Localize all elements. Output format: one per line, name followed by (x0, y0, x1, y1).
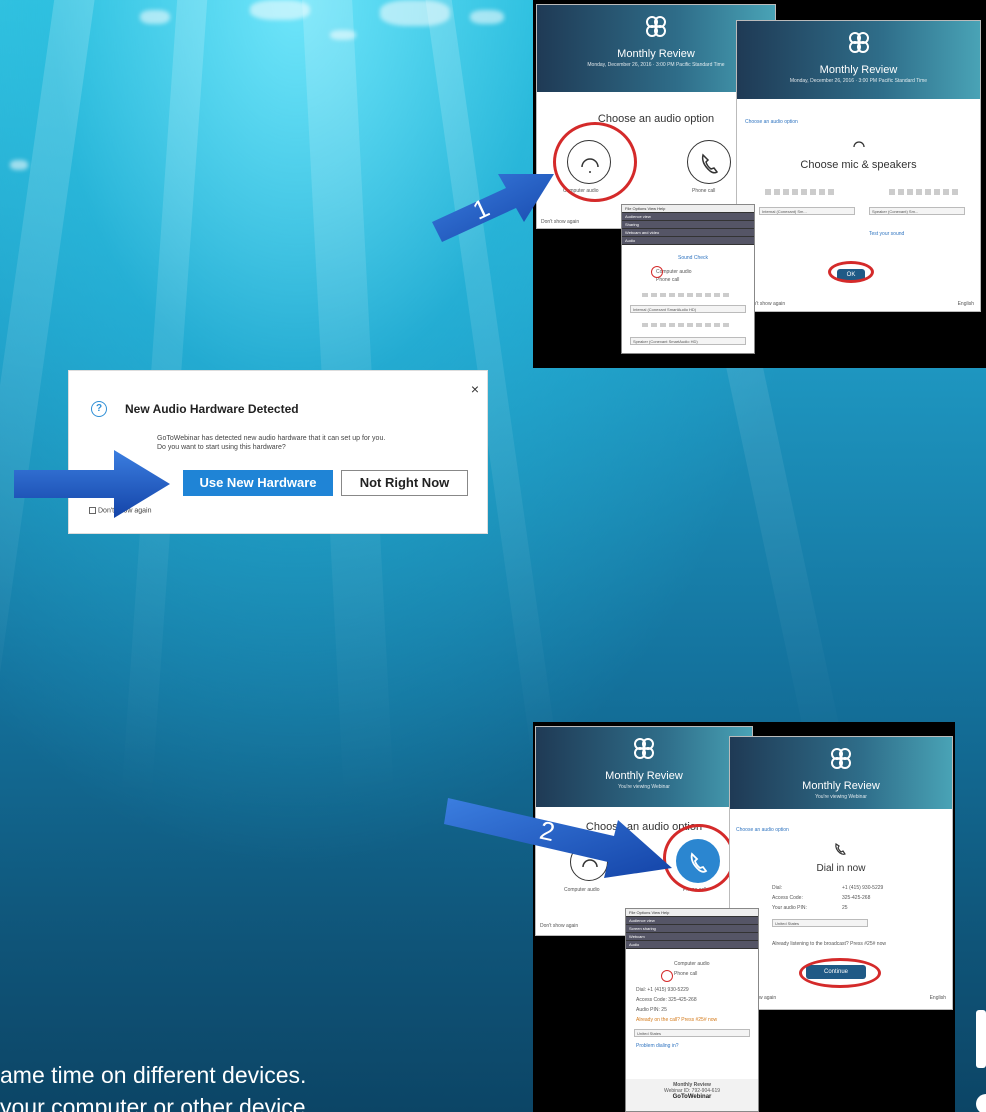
control-panel-row[interactable]: Audio (626, 941, 758, 949)
computer-audio-radio[interactable]: Computer audio (674, 961, 710, 967)
dialog-arrow-icon (14, 450, 170, 518)
window-header: Monthly Review You're viewing Webinar (730, 737, 952, 809)
phone-call-button[interactable] (687, 140, 731, 184)
control-panel-footer: Monthly Review Webinar ID: 792-904-619 G… (626, 1079, 758, 1111)
surface-foam (330, 30, 356, 40)
computer-audio-label: Computer audio (564, 887, 600, 893)
highlight-ring-radio (661, 970, 673, 982)
light-ray (96, 0, 210, 1112)
window-subtitle: You're viewing Webinar (815, 794, 867, 800)
surface-foam (10, 160, 28, 170)
mic-speakers-heading: Choose mic & speakers (800, 159, 917, 171)
dialog-body-line: GoToWebinar has detected new audio hardw… (157, 435, 386, 442)
control-panel-row[interactable]: Sharing (622, 221, 754, 229)
language-select[interactable]: English (930, 995, 946, 1001)
instruction-text-line-1: ame time on different devices. (0, 1062, 307, 1088)
surface-foam (470, 10, 504, 24)
sound-check-label: Sound Check (678, 255, 709, 261)
control-panel-row[interactable]: Audience view (626, 917, 758, 925)
gotowebinar-logo-icon (634, 738, 654, 759)
brand-label: GoToWebinar (672, 1094, 712, 1100)
country-select[interactable]: United States (772, 919, 868, 927)
back-to-audio-options-link[interactable]: Choose an audio option (736, 827, 789, 833)
dial-number: +1 (415) 930-5229 (842, 885, 884, 891)
top-screenshot: Monthly Review Monday, December 26, 2016… (533, 0, 986, 368)
control-panel-row[interactable]: Audience view (622, 213, 754, 221)
control-panel-row[interactable]: Webcam (626, 933, 758, 941)
phone-call-label: Phone call (692, 188, 716, 194)
instruction-text-line-2: your computer or other device (0, 1094, 306, 1112)
question-icon: ? (91, 401, 107, 417)
control-panel-row[interactable]: Webcam and video (622, 229, 754, 237)
window-subtitle: Monday, December 26, 2016 · 3:00 PM Paci… (789, 78, 928, 84)
control-panel: File Options View Help Audience view Scr… (625, 908, 759, 1112)
dial-in-heading: Dial in now (816, 863, 866, 874)
phone-icon (835, 843, 846, 855)
speaker-select[interactable]: Speaker (Conexant SmartAudio HD) (630, 337, 746, 345)
already-listening-text: Already listening to the broadcast? Pres… (772, 941, 886, 947)
dial-number: Dial: +1 (415) 930-5229 (636, 987, 689, 993)
language-select[interactable]: English (958, 301, 974, 307)
access-code-label: Access Code: (772, 895, 803, 901)
speaker-level-meter (889, 189, 959, 195)
control-panel-row[interactable]: Screen sharing (626, 925, 758, 933)
phone-call-radio[interactable]: Phone call (656, 277, 679, 283)
access-code-value: Access Code: 325-425-268 (636, 997, 697, 1003)
close-icon[interactable]: × (471, 381, 479, 397)
window-title: Monthly Review (802, 780, 880, 792)
dialog-body: GoToWebinar has detected new audio hardw… (157, 434, 457, 452)
mic-select[interactable]: Internal (Conexant SmartAudio HD) (630, 305, 746, 313)
highlight-ring-ok (828, 261, 874, 283)
step-1-arrow-icon (432, 174, 554, 242)
highlight-ring-radio (651, 266, 663, 278)
control-panel-menu[interactable]: File Options View Help (626, 909, 758, 917)
mic-level-meter (642, 293, 732, 297)
surface-foam (380, 0, 450, 26)
highlight-ring-computer-audio (553, 122, 637, 202)
speaker-select[interactable]: Speaker (Conexant) Sm... (869, 207, 965, 215)
surface-foam (140, 10, 170, 24)
audio-pin-value: 25 (842, 905, 848, 911)
audio-pin-value: Audio PIN: 25 (636, 1007, 667, 1013)
back-to-audio-options-link[interactable]: Choose an audio option (745, 119, 798, 125)
not-right-now-button[interactable]: Not Right Now (341, 470, 468, 496)
control-panel-row[interactable]: Audio (622, 237, 754, 245)
gotowebinar-logo-icon (831, 748, 851, 769)
test-sound-link[interactable]: Test your sound (869, 231, 904, 237)
access-code-value: 325-425-268 (842, 895, 871, 901)
window-header: Monthly Review Monday, December 26, 2016… (737, 21, 980, 99)
mic-level-meter (765, 189, 835, 195)
control-panel: File Options View Help Audience view Sha… (621, 204, 755, 354)
control-panel-menu[interactable]: File Options View Help (622, 205, 754, 213)
gotowebinar-logo-icon (646, 16, 666, 37)
step-2-arrow-icon (444, 798, 672, 878)
speaker-level-meter (642, 323, 732, 327)
surface-foam (250, 0, 310, 20)
light-ray (300, 0, 413, 1112)
partial-icon (976, 1010, 986, 1112)
phone-icon (701, 153, 719, 174)
dialog-title: New Audio Hardware Detected (125, 402, 299, 416)
country-select[interactable]: United States (634, 1029, 750, 1037)
headset-icon (853, 141, 865, 148)
already-on-call-text: Already on the call? Press #25# now (636, 1017, 718, 1023)
dial-label: Dial: (772, 885, 783, 891)
problem-dialing-link[interactable]: Problem dialing in? (636, 1043, 679, 1049)
audio-pin-label: Your audio PIN: (772, 905, 807, 911)
phone-call-radio[interactable]: Phone call (674, 971, 697, 977)
use-new-hardware-button[interactable]: Use New Hardware (183, 470, 333, 496)
window-title: Monthly Review (819, 64, 898, 76)
highlight-ring-continue (799, 958, 881, 988)
dialog-body-line: Do you want to start using this hardware… (157, 444, 286, 451)
gotowebinar-logo-icon (848, 32, 869, 53)
bottom-screenshot: Monthly Review You're viewing Webinar Ch… (533, 722, 955, 1112)
mic-select[interactable]: Internal (Conexant) Sm... (759, 207, 855, 215)
dont-show-label: Don't show again (540, 923, 579, 929)
window-title: Monthly Review (605, 770, 683, 782)
